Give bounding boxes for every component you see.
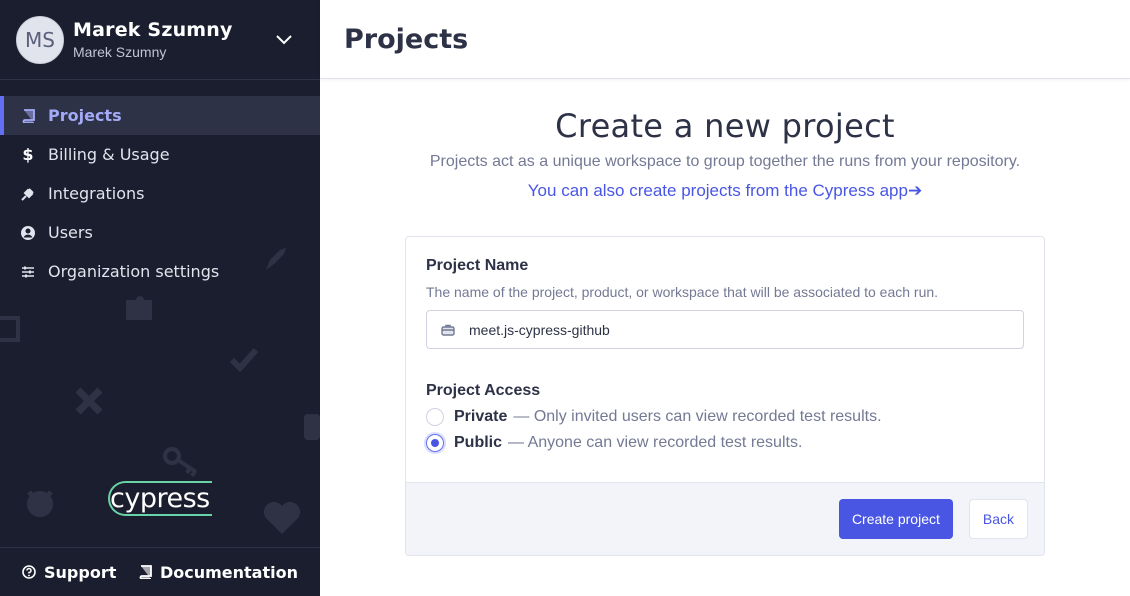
sidebar-footer: Support Documentation: [0, 547, 320, 596]
form-body: Project Name The name of the project, pr…: [406, 237, 1044, 452]
project-name-hint: The name of the project, product, or wor…: [426, 284, 939, 300]
form-footer: Create project Back: [406, 482, 1044, 555]
briefcase-icon: [441, 324, 455, 336]
user-text: Marek Szumny Marek Szumny: [73, 19, 274, 60]
user-org: Marek Szumny: [73, 44, 167, 60]
public-radio[interactable]: [426, 434, 444, 452]
user-switcher[interactable]: MS Marek Szumny Marek Szumny: [0, 0, 320, 80]
dollar-icon: $: [22, 145, 34, 164]
user-name: Marek Szumny: [73, 19, 233, 41]
public-description: — Anyone can view recorded test results.: [508, 434, 803, 451]
rocket-icon: [266, 248, 286, 270]
plug-icon: [20, 186, 36, 202]
documentation-label: Documentation: [159, 562, 298, 582]
chevron-down-icon[interactable]: [274, 30, 294, 50]
sidebar-item-integrations[interactable]: Integrations: [0, 174, 320, 213]
hero: Create a new project Projects act as a u…: [320, 107, 1130, 201]
main-content: Projects Create a new project Projects a…: [320, 0, 1130, 596]
sliders-icon: [20, 264, 36, 280]
puzzle-icon: [126, 296, 152, 320]
hand-icon: [304, 414, 320, 440]
create-project-form: Project Name The name of the project, pr…: [405, 236, 1045, 556]
back-button[interactable]: Back: [968, 499, 1028, 539]
access-option-public[interactable]: Public — Anyone can view recorded test r…: [426, 434, 1024, 452]
app: MS Marek Szumny Marek Szumny Projects $ …: [0, 0, 1130, 596]
project-name-label: Project Name: [426, 257, 529, 274]
support-label: Support: [44, 562, 117, 582]
top-bar: Projects: [320, 0, 1130, 79]
public-label: Public: [454, 434, 503, 451]
hero-title: Create a new project: [555, 107, 895, 145]
user-icon: [20, 225, 36, 241]
support-link[interactable]: Support: [22, 563, 116, 582]
sidebar-item-billing[interactable]: $ Billing & Usage: [0, 135, 320, 174]
create-project-button[interactable]: Create project: [838, 499, 953, 539]
avatar: MS: [16, 15, 64, 64]
help-icon: [22, 565, 36, 579]
cypress-logo: cypress: [108, 481, 212, 516]
key-icon: [163, 447, 198, 478]
page-title: Projects: [344, 23, 469, 55]
monitor-icon: [0, 316, 20, 342]
access-option-private[interactable]: Private — Only invited users can view re…: [426, 408, 1024, 426]
hero-subtitle: Projects act as a unique workspace to gr…: [429, 153, 1021, 170]
project-name-input[interactable]: meet.js-cypress-github: [426, 310, 1024, 349]
sidebar-item-projects[interactable]: Projects: [0, 96, 320, 135]
cypress-app-link[interactable]: You can also create projects from the Cy…: [528, 181, 922, 201]
heart-icon: [264, 502, 300, 534]
project-access-label: Project Access: [426, 382, 541, 399]
sidebar-item-label: Users: [48, 223, 93, 242]
github-icon: [27, 490, 53, 517]
book-icon: [139, 565, 152, 579]
logo-text: cypress: [108, 481, 212, 516]
checkmark-icon: [229, 348, 259, 373]
sidebar-item-label: Integrations: [48, 184, 145, 203]
sidebar-item-label: Billing & Usage: [48, 145, 170, 164]
book-icon: [20, 108, 36, 124]
private-radio[interactable]: [426, 408, 444, 426]
private-description: — Only invited users can view recorded t…: [513, 408, 882, 425]
sidebar-item-label: Projects: [48, 106, 122, 125]
sidebar: MS Marek Szumny Marek Szumny Projects $ …: [0, 0, 320, 596]
cross-icon: [75, 387, 103, 415]
sidebar-item-label: Organization settings: [48, 262, 220, 281]
private-label: Private: [454, 408, 508, 425]
project-name-value: meet.js-cypress-github: [469, 321, 610, 338]
documentation-link[interactable]: Documentation: [138, 563, 298, 582]
